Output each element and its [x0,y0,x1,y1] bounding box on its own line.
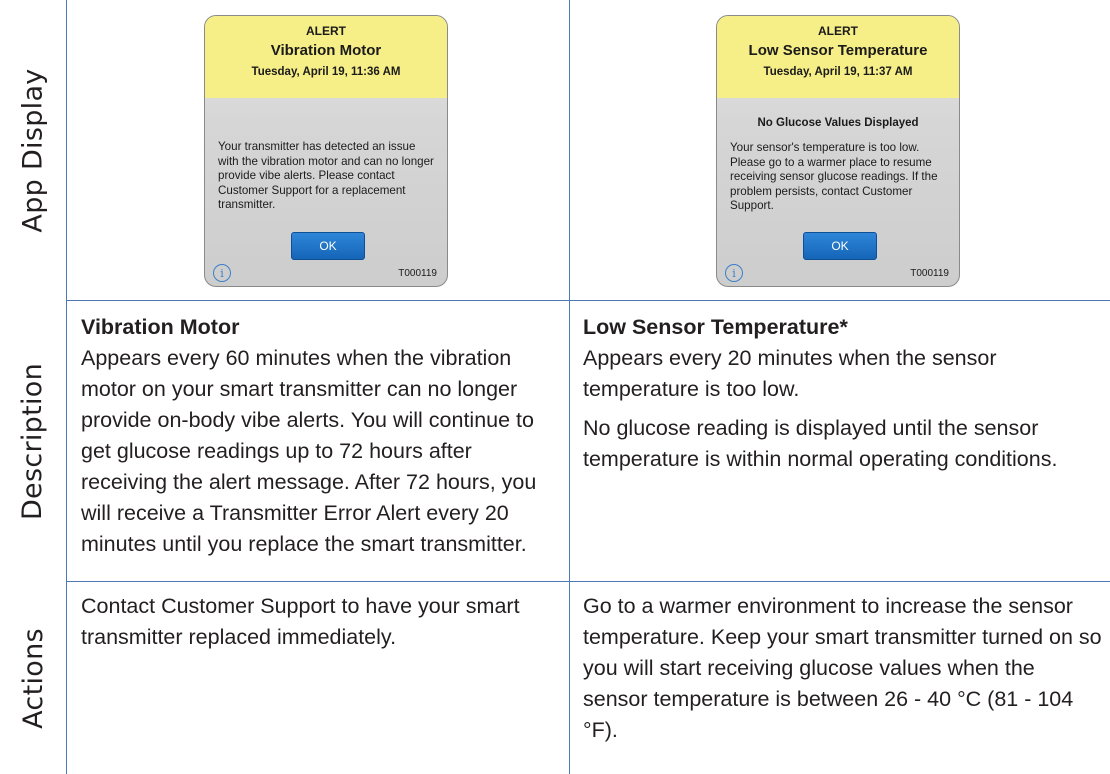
actions-vibration-motor: Contact Customer Support to have your sm… [81,591,521,653]
row-label-description: Description [0,301,66,581]
description-paragraph: No glucose reading is displayed until th… [583,416,1058,471]
alert-timestamp: Tuesday, April 19, 11:36 AM [251,66,401,78]
description-title: Low Sensor Temperature* [583,315,848,339]
actions-text: Go to a warmer environment to increase t… [583,594,1102,742]
row-label-text: Description [17,362,49,520]
actions-text: Contact Customer Support to have your sm… [81,594,520,649]
row-label-app-display: App Display [0,0,66,300]
row-label-text: Actions [17,627,49,729]
phone-alert-vibration-motor: ALERT Vibration Motor Tuesday, April 19,… [204,15,448,287]
alert-title: Low Sensor Temperature [748,42,928,59]
info-icon[interactable]: i [213,264,231,282]
column-divider [569,0,570,774]
description-paragraph: Appears every 60 minutes when the vibrat… [81,346,537,556]
row-label-actions: Actions [0,582,66,774]
row-label-text: App Display [17,67,49,233]
info-icon[interactable]: i [725,264,743,282]
phone-alert-low-sensor-temperature: ALERT Low Sensor Temperature Tuesday, Ap… [716,15,960,287]
alert-subtitle: No Glucose Values Displayed [757,117,919,129]
row-label-divider [66,0,67,774]
row-divider-1 [66,300,1110,301]
alert-code: T000119 [398,268,437,279]
actions-low-sensor-temperature: Go to a warmer environment to increase t… [583,591,1103,746]
alert-header: ALERT Vibration Motor Tuesday, April 19,… [205,16,447,98]
description-title: Vibration Motor [81,315,240,339]
description-vibration-motor: Vibration Motor Appears every 60 minutes… [81,312,561,560]
alert-table: App Display Description Actions ALERT Vi… [0,0,1110,774]
alert-timestamp: Tuesday, April 19, 11:37 AM [763,66,913,78]
ok-button[interactable]: OK [291,232,365,260]
description-low-sensor-temperature: Low Sensor Temperature* Appears every 20… [583,312,1083,475]
ok-button[interactable]: OK [803,232,877,260]
alert-message: Your sensor's temperature is too low. Pl… [730,141,938,212]
alert-code: T000119 [910,268,949,279]
row-divider-2 [66,581,1110,582]
alert-label: ALERT [818,24,858,38]
alert-message: Your transmitter has detected an issue w… [218,140,434,211]
alert-label: ALERT [306,24,346,38]
description-paragraph: Appears every 20 minutes when the sensor… [583,346,997,401]
alert-title: Vibration Motor [270,42,382,59]
alert-header: ALERT Low Sensor Temperature Tuesday, Ap… [717,16,959,98]
